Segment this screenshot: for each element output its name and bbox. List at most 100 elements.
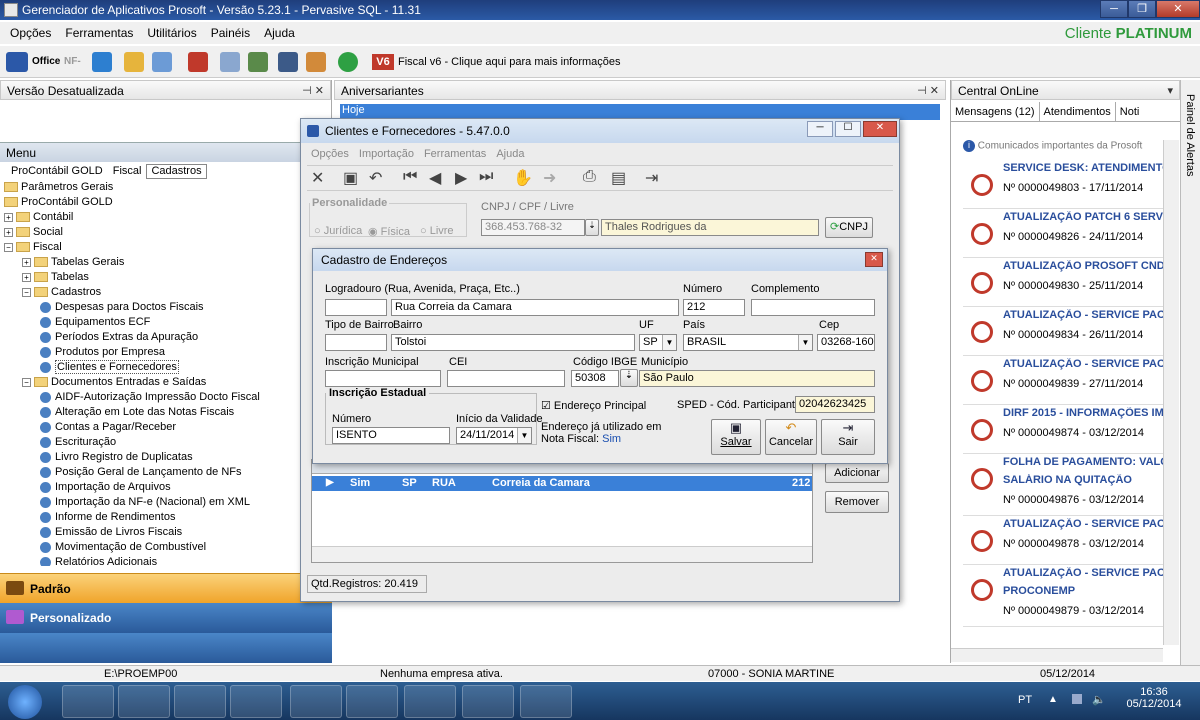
- office-icon[interactable]: Office: [32, 56, 60, 67]
- first-record-icon[interactable]: ⏮: [403, 168, 417, 186]
- cf-menu-ferramentas[interactable]: Ferramentas: [424, 148, 486, 160]
- cf-menu-opcoes[interactable]: Opções: [311, 148, 349, 160]
- expand-icon[interactable]: +: [4, 227, 13, 237]
- fiscal-v6-link[interactable]: Fiscal v6 - Clique aqui para mais inform…: [398, 56, 621, 68]
- news-scrollbar[interactable]: [1163, 140, 1179, 645]
- tree-item[interactable]: + Contábil: [0, 210, 330, 225]
- ibge-lookup-button[interactable]: ⇣: [620, 369, 638, 387]
- uf-select[interactable]: SP ▼: [639, 334, 677, 351]
- ie-icon[interactable]: [290, 685, 342, 718]
- tree-item[interactable]: Posição Geral de Lançamento de NFs: [0, 465, 330, 480]
- tree-item[interactable]: + Social: [0, 225, 330, 240]
- tree-item[interactable]: Livro Registro de Duplicatas: [0, 450, 330, 465]
- tree-item[interactable]: Importação de Arquivos: [0, 480, 330, 495]
- pin-icon[interactable]: ⊣ ✕: [302, 84, 324, 97]
- list-item[interactable]: DIRF 2015 - INFORMAÇÕES IMPORTANTES Nº 00…: [963, 405, 1165, 454]
- cep-field[interactable]: 03268-160: [817, 334, 875, 351]
- ibge-field[interactable]: 50308: [571, 370, 619, 387]
- collapse-icon[interactable]: −: [4, 242, 13, 252]
- exit-icon[interactable]: ⇥: [645, 168, 658, 188]
- cnpj-lookup-button[interactable]: ⇣: [585, 219, 599, 236]
- menu-utilitarios[interactable]: Utilitários: [147, 26, 196, 40]
- folder-icon[interactable]: [124, 52, 144, 72]
- tree-item[interactable]: Relatórios Adicionais: [0, 555, 330, 566]
- radio-fisica[interactable]: ◉ Física: [368, 225, 410, 238]
- numero-field[interactable]: 212: [683, 299, 745, 316]
- tab-noticias[interactable]: Noti: [1116, 102, 1144, 121]
- fiscal-v6-icon[interactable]: V6: [372, 54, 394, 70]
- cancelar-button[interactable]: ↶ Cancelar: [765, 419, 817, 455]
- sped-field[interactable]: 02042623425: [795, 396, 875, 413]
- user-icon[interactable]: [152, 52, 172, 72]
- volume-icon[interactable]: 🔈: [1092, 693, 1106, 706]
- tab-mensagens[interactable]: Mensagens (12): [951, 102, 1040, 121]
- tree-item[interactable]: Produtos por Empresa: [0, 345, 330, 360]
- list-item[interactable]: ATUALIZAÇÃO PROSOFT CND Nº 0000049830 - 2…: [963, 258, 1165, 307]
- firefox-icon[interactable]: [174, 685, 226, 718]
- prev-record-icon[interactable]: ◀: [429, 168, 441, 188]
- prosoft-task-2-icon[interactable]: [462, 685, 514, 718]
- cf-close-button[interactable]: ✕: [863, 121, 897, 137]
- cnpj-field[interactable]: 368.453.768-32: [481, 219, 585, 236]
- menu-ajuda[interactable]: Ajuda: [264, 26, 295, 40]
- remover-button[interactable]: Remover: [825, 491, 889, 513]
- cf-maximize-button[interactable]: ☐: [835, 121, 861, 137]
- tree-item[interactable]: − Cadastros: [0, 285, 330, 300]
- tree-item[interactable]: − Documentos Entradas e Saídas: [0, 375, 330, 390]
- scp-icon[interactable]: [6, 52, 28, 72]
- prosoft-task-1-icon[interactable]: [404, 685, 456, 718]
- preview-icon[interactable]: ▤: [611, 168, 626, 188]
- radio-livre[interactable]: ○ Livre: [420, 225, 454, 237]
- tree-item[interactable]: Emissão de Livros Fiscais: [0, 525, 330, 540]
- tree-item[interactable]: Parâmetros Gerais: [0, 180, 330, 195]
- principal-checkbox[interactable]: ☑ Endereço Principal: [541, 399, 646, 412]
- cei-field[interactable]: [447, 370, 565, 387]
- collapse-icon[interactable]: −: [22, 377, 31, 387]
- delete-icon[interactable]: ✕: [311, 168, 324, 188]
- nav-personalizado[interactable]: Personalizado: [0, 603, 332, 633]
- list-item[interactable]: ATUALIZAÇÃO - SERVICE PACK Nº 0000049834 …: [963, 307, 1165, 356]
- list-item[interactable]: SERVICE DESK: ATENDIMENTO Nº 0000049803 -…: [963, 160, 1165, 209]
- bairro-field[interactable]: Tolstoi: [391, 334, 635, 351]
- cf-minimize-button[interactable]: ─: [807, 121, 833, 137]
- tree-item[interactable]: Movimentação de Combustível: [0, 540, 330, 555]
- menu-ferramentas[interactable]: Ferramentas: [65, 26, 133, 40]
- alert-strip[interactable]: Painel de Alertas: [1180, 80, 1200, 665]
- expand-icon[interactable]: +: [4, 212, 13, 222]
- tree-item[interactable]: Equipamentos ECF: [0, 315, 330, 330]
- tree-item[interactable]: Alteração em Lote das Notas Fiscais: [0, 405, 330, 420]
- chrome-icon[interactable]: [230, 685, 282, 718]
- nfe-icon[interactable]: NF-: [64, 56, 81, 67]
- refresh-icon[interactable]: [338, 52, 358, 72]
- end-close-button[interactable]: ✕: [865, 252, 883, 267]
- grid-hscrollbar[interactable]: [312, 546, 812, 562]
- tray-clock[interactable]: 16:36 05/12/2014: [1124, 686, 1184, 710]
- outlook-icon[interactable]: [346, 685, 398, 718]
- forward-icon[interactable]: ➜: [543, 168, 556, 188]
- tray-show-hidden-icon[interactable]: ▲: [1048, 694, 1058, 705]
- tree-item[interactable]: + Tabelas: [0, 270, 330, 285]
- sair-button[interactable]: ⇥ Sair: [821, 419, 875, 455]
- menu-paineis[interactable]: Painéis: [211, 26, 250, 40]
- tree-item[interactable]: ProContábil GOLD: [0, 195, 330, 210]
- cf-menu-importacao[interactable]: Importação: [359, 148, 414, 160]
- person-icon[interactable]: [306, 52, 326, 72]
- salvar-button[interactable]: ▣ Salvar: [711, 419, 761, 455]
- media-player-icon[interactable]: [118, 685, 170, 718]
- tree-item[interactable]: Despesas para Doctos Fiscais: [0, 300, 330, 315]
- radio-juridica[interactable]: ○ Jurídica: [314, 225, 362, 237]
- list-item[interactable]: FOLHA DE PAGAMENTO: VALOR SALÁRIO NA QUIT…: [963, 454, 1165, 516]
- complemento-field[interactable]: [751, 299, 875, 316]
- tab-atendimentos[interactable]: Atendimentos: [1040, 102, 1116, 121]
- tree-item[interactable]: Informe de Rendimentos: [0, 510, 330, 525]
- undo-icon[interactable]: ↶: [369, 168, 382, 188]
- start-button[interactable]: [8, 685, 42, 719]
- list-item[interactable]: ATUALIZAÇÃO PATCH 6 SERVIDOR Nº 000004982…: [963, 209, 1165, 258]
- ie-inicio-field[interactable]: 24/11/2014 ▼: [456, 427, 532, 444]
- collapse-icon[interactable]: −: [22, 287, 31, 297]
- tree-item[interactable]: − Fiscal: [0, 240, 330, 255]
- tree-item[interactable]: Importação da NF-e (Nacional) em XML: [0, 495, 330, 510]
- explorer-icon[interactable]: [62, 685, 114, 718]
- municipio-field[interactable]: São Paulo: [639, 370, 875, 387]
- prosoft-task-3-icon[interactable]: [520, 685, 572, 718]
